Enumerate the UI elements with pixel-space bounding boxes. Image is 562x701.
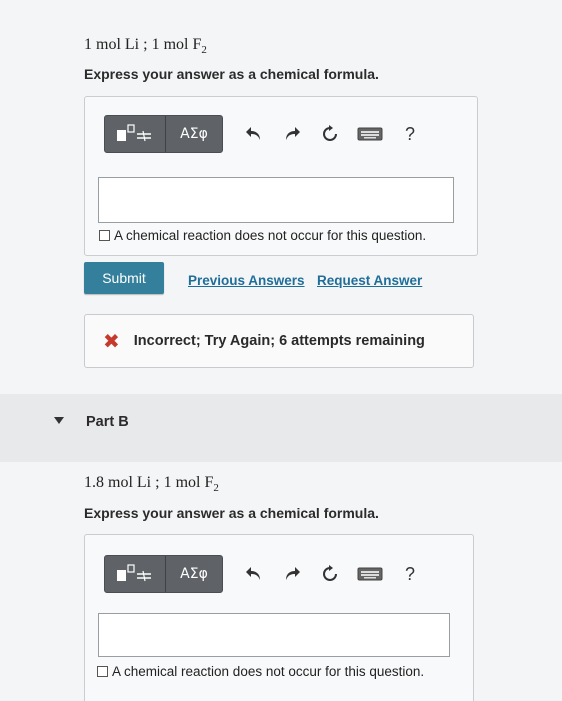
part-b-answer-box: ΑΣφ ? A chemical reaction does not occur…	[84, 534, 474, 701]
undo-button[interactable]	[235, 116, 273, 152]
part-a-no-reaction-label: A chemical reaction does not occur for t…	[114, 228, 427, 243]
templates-icon	[117, 564, 151, 582]
separator: ;	[155, 474, 160, 491]
separator: ;	[143, 36, 148, 53]
feedback-text: Incorrect; Try Again; 6 attempts remaini…	[133, 333, 425, 349]
f-amount: 1	[163, 474, 172, 491]
part-a-toolbar-group: ΑΣφ	[104, 115, 223, 153]
part-b-no-reaction-checkbox[interactable]	[97, 666, 108, 677]
help-button[interactable]: ?	[391, 556, 429, 592]
part-a-answer-box: ΑΣφ ? A chemical reaction does not occur…	[84, 96, 478, 256]
reset-icon	[323, 565, 337, 581]
templates-button[interactable]	[105, 116, 165, 152]
feedback-message: ✖ Incorrect; Try Again; 6 attempts remai…	[84, 314, 474, 368]
part-a-no-reaction-option[interactable]: A chemical reaction does not occur for t…	[99, 228, 426, 243]
undo-icon	[246, 567, 260, 580]
part-a-reactants: 1 mol Li ; 1 mol F2	[84, 36, 207, 56]
previous-answers-link[interactable]: Previous Answers	[188, 273, 305, 288]
templates-button[interactable]	[105, 556, 165, 592]
part-b-toolbar-group: ΑΣφ	[104, 555, 223, 593]
part-a-instruction: Express your answer as a chemical formul…	[84, 66, 379, 82]
part-b-no-reaction-option[interactable]: A chemical reaction does not occur for t…	[97, 664, 424, 679]
reset-button[interactable]	[311, 556, 349, 592]
li-species: Li	[136, 474, 152, 491]
part-b-reactants: 1.8 mol Li ; 1 mol F2	[84, 474, 219, 494]
reset-button[interactable]	[311, 116, 349, 152]
redo-icon	[286, 127, 300, 140]
part-b-answer-input[interactable]	[98, 613, 450, 657]
f-subscript: 2	[201, 44, 207, 57]
redo-button[interactable]	[273, 116, 311, 152]
part-b-instruction: Express your answer as a chemical formul…	[84, 505, 379, 521]
keyboard-button[interactable]	[349, 116, 391, 152]
f-amount: 1	[151, 36, 160, 53]
page: 1 mol Li ; 1 mol F2 Express your answer …	[0, 0, 562, 701]
reset-icon	[323, 125, 337, 141]
part-a-no-reaction-checkbox[interactable]	[99, 230, 110, 241]
part-b-header[interactable]	[0, 394, 562, 462]
part-b-toolbar: ΑΣφ ?	[104, 555, 429, 593]
f-unit: mol	[175, 474, 201, 491]
symbols-button[interactable]: ΑΣφ	[166, 556, 222, 592]
li-unit: mol	[96, 36, 121, 53]
redo-button[interactable]	[273, 556, 311, 592]
part-b-no-reaction-label: A chemical reaction does not occur for t…	[112, 664, 425, 679]
templates-icon	[117, 124, 151, 142]
error-x-icon: ✖	[103, 329, 120, 353]
symbols-button[interactable]: ΑΣφ	[166, 116, 222, 152]
undo-button[interactable]	[235, 556, 273, 592]
f-subscript: 2	[213, 482, 219, 495]
undo-icon	[246, 127, 260, 140]
redo-icon	[286, 567, 300, 580]
li-amount: 1.8	[84, 474, 104, 491]
keyboard-icon	[357, 567, 383, 581]
request-answer-link[interactable]: Request Answer	[317, 273, 422, 288]
part-a-toolbar: ΑΣφ ?	[104, 115, 429, 153]
keyboard-button[interactable]	[349, 556, 391, 592]
part-b-title[interactable]: Part B	[86, 414, 129, 430]
li-amount: 1	[84, 36, 92, 53]
part-a-answer-input[interactable]	[98, 177, 454, 223]
help-button[interactable]: ?	[391, 116, 429, 152]
li-unit: mol	[108, 474, 133, 491]
submit-button[interactable]: Submit	[84, 262, 164, 294]
collapse-arrow-icon[interactable]	[54, 417, 64, 424]
keyboard-icon	[357, 127, 383, 141]
f-unit: mol	[163, 36, 189, 53]
li-species: Li	[124, 36, 140, 53]
